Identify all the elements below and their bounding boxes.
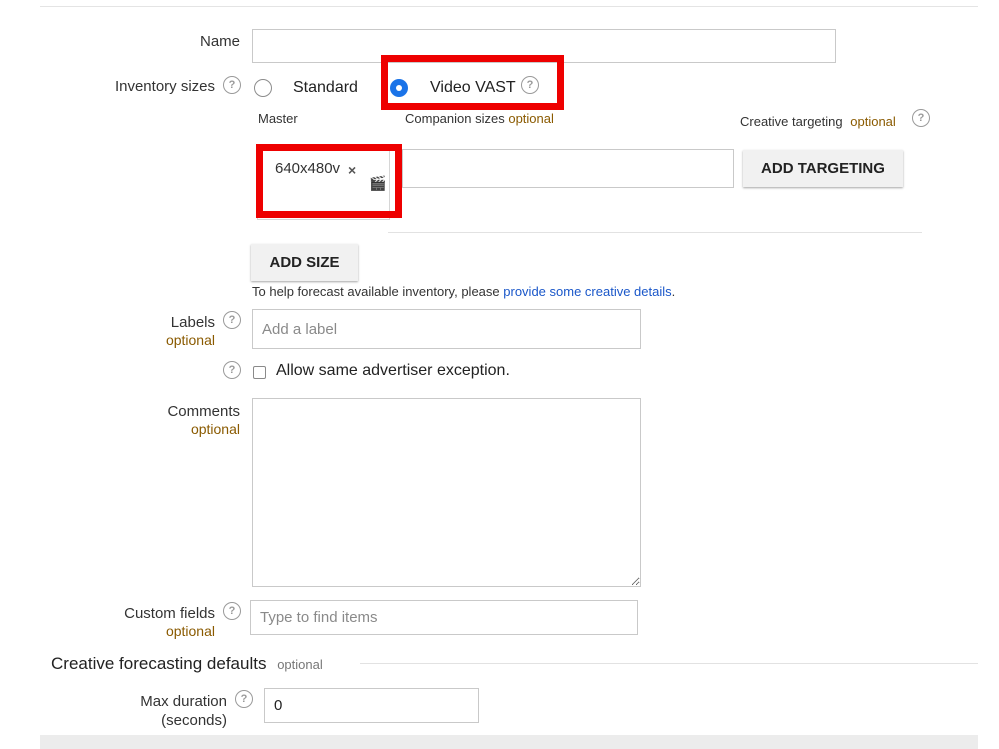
section-title-text: Creative forecasting defaults [51,654,267,673]
max-duration-unit: (seconds) [161,712,227,729]
size-divider [388,232,922,233]
same-advertiser-exception-checkbox[interactable] [253,366,266,379]
radio-video-vast-label[interactable]: Video VAST [430,79,516,97]
same-advertiser-exception-label[interactable]: Allow same advertiser exception. [276,362,510,380]
companion-sizes-text: Companion sizes [405,111,505,126]
section-divider [360,663,978,664]
comments-optional: optional [190,421,240,437]
labels-input[interactable] [252,309,641,349]
custom-fields-optional: optional [165,623,215,639]
help-icon[interactable]: ? [223,602,241,620]
close-icon[interactable]: × [348,162,356,178]
creative-details-link[interactable]: provide some creative details [503,284,671,299]
help-icon[interactable]: ? [235,690,253,708]
companion-sizes-input[interactable] [402,149,734,188]
labels-label: Labels [170,314,215,331]
help-icon[interactable]: ? [521,76,539,94]
video-clapper-icon: 🎬 [369,175,387,191]
help-icon[interactable]: ? [223,361,241,379]
labels-optional: optional [165,332,215,348]
creative-targeting-text: Creative targeting [740,114,843,129]
forecast-hint-end: . [671,284,676,299]
creative-targeting-label: Creative targeting optional [740,114,896,129]
max-duration-label: Max duration [140,693,227,710]
name-input[interactable] [252,29,836,63]
max-duration-input[interactable] [264,688,479,723]
companion-sizes-label: Companion sizes optional [405,111,554,126]
name-label: Name [199,33,240,50]
forecast-hint: To help forecast available inventory, pl… [252,284,675,299]
comments-textarea[interactable] [252,398,641,587]
add-size-button[interactable]: ADD SIZE [251,244,358,281]
radio-standard-label[interactable]: Standard [293,79,358,97]
custom-fields-input[interactable] [250,600,638,635]
comments-label: Comments [167,403,240,420]
section-title: Creative forecasting defaults optional [51,654,323,674]
master-label: Master [258,111,298,126]
size-chip: 640x480v [275,160,341,177]
help-icon[interactable]: ? [912,109,930,127]
radio-video-vast[interactable] [390,79,408,97]
custom-fields-label: Custom fields [124,605,215,622]
forecast-hint-text: To help forecast available inventory, pl… [252,284,500,299]
help-icon[interactable]: ? [223,76,241,94]
bottom-shade [40,735,978,749]
inventory-sizes-label: Inventory sizes [114,78,215,95]
companion-optional: optional [508,111,554,126]
top-divider [40,6,978,7]
add-targeting-button[interactable]: ADD TARGETING [743,150,903,187]
creative-targeting-optional: optional [850,114,896,129]
radio-standard[interactable] [254,79,272,97]
help-icon[interactable]: ? [223,311,241,329]
section-optional: optional [277,657,323,672]
